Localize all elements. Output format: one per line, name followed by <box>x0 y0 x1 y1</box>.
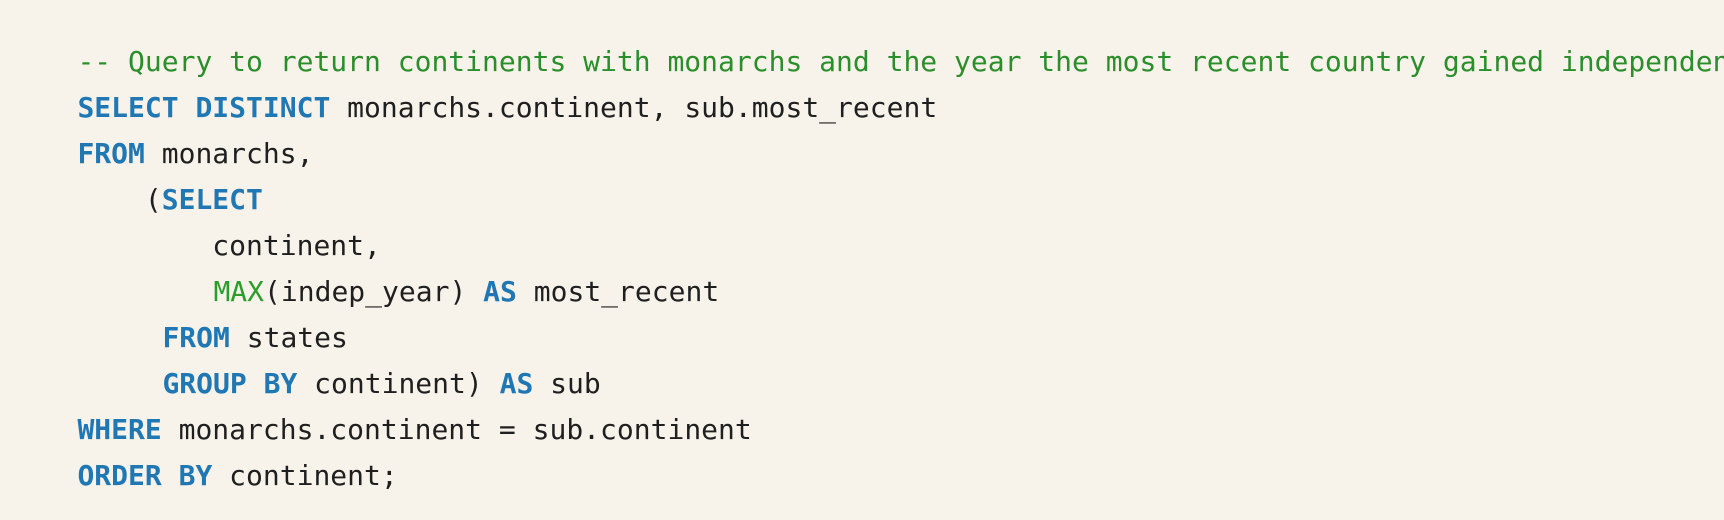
select-columns: monarchs.continent, sub.most_recent <box>330 91 938 124</box>
keyword-as-most-recent: AS <box>483 275 517 308</box>
keyword-order-by: ORDER BY <box>77 459 213 492</box>
order-by-text: continent; <box>212 459 398 492</box>
code-line-order-by: ORDER BY continent; <box>10 434 398 518</box>
alias-most-recent: most_recent <box>516 275 720 308</box>
sql-code-block: -- Query to return continents with monar… <box>0 0 1724 501</box>
